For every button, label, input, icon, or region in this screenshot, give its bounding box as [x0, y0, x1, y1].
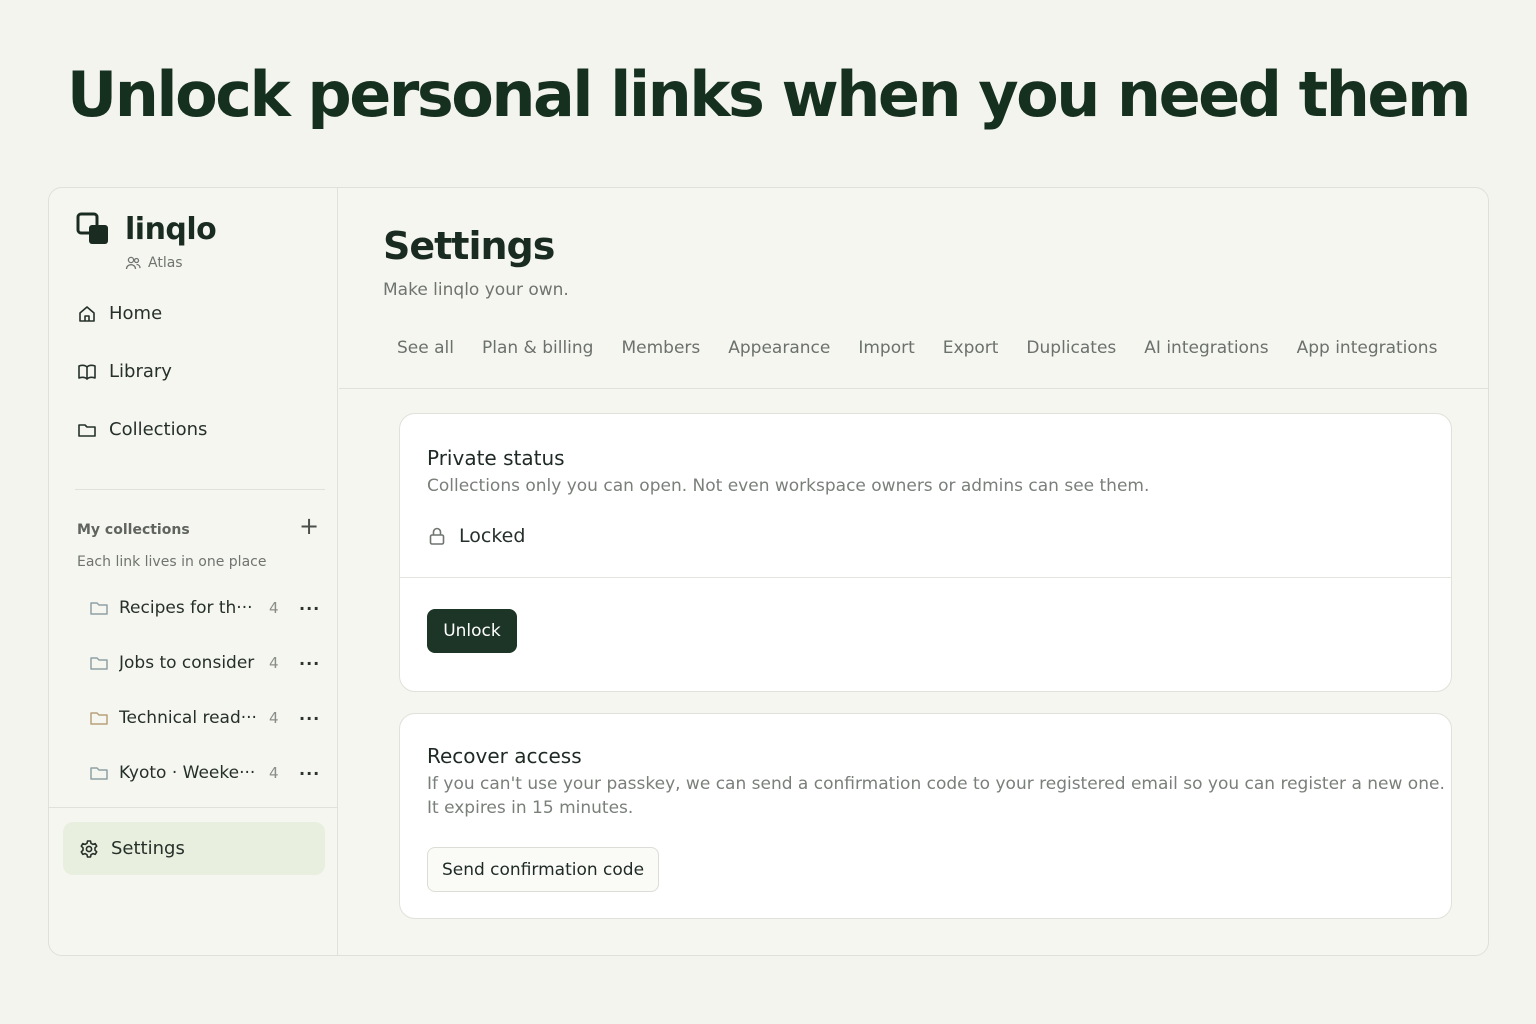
collection-item[interactable]: Technical read··· 4 ··· [89, 703, 329, 733]
collection-item[interactable]: Jobs to consider 4 ··· [89, 648, 329, 678]
unlock-button[interactable]: Unlock [427, 609, 517, 653]
sidebar-item-collections[interactable]: Collections [77, 419, 207, 440]
tab-appearance[interactable]: Appearance [714, 338, 844, 358]
tabs-divider [339, 388, 1488, 389]
folder-icon [90, 712, 108, 725]
home-icon [79, 305, 95, 322]
tab-import[interactable]: Import [844, 338, 928, 358]
sidebar-divider [75, 489, 325, 490]
folder-icon [90, 602, 108, 615]
send-confirmation-code-button[interactable]: Send confirmation code [427, 847, 659, 892]
collection-name: Technical read··· [119, 708, 257, 728]
tab-ai-integrations[interactable]: AI integrations [1130, 338, 1282, 358]
sidebar-item-label: Settings [111, 838, 185, 859]
my-collections-title: My collections [77, 522, 190, 538]
add-collection-button[interactable]: + [299, 514, 319, 538]
folder-icon [90, 657, 108, 670]
more-options-icon[interactable]: ··· [299, 654, 320, 673]
workspace-switcher[interactable]: Atlas [125, 255, 183, 271]
card-title: Recover access [427, 744, 582, 768]
brand-name[interactable]: linqlo [125, 212, 217, 247]
page-title: Settings [383, 224, 555, 268]
my-collections-subtitle: Each link lives in one place [77, 554, 267, 570]
sidebar-item-label: Library [109, 361, 172, 382]
folder-icon [90, 767, 108, 780]
more-options-icon[interactable]: ··· [299, 709, 320, 728]
sidebar-item-settings[interactable]: Settings [63, 822, 325, 875]
book-icon [78, 364, 96, 380]
app-window: linqlo Atlas Home Library Collections My… [48, 187, 1489, 956]
card-title: Private status [427, 446, 565, 470]
card-description: If you can't use your passkey, we can se… [427, 774, 1445, 794]
tab-app-integrations[interactable]: App integrations [1283, 338, 1452, 358]
card-divider [400, 577, 1451, 578]
tab-export[interactable]: Export [929, 338, 1013, 358]
tab-see-all[interactable]: See all [383, 338, 468, 358]
lock-status-label: Locked [459, 525, 526, 547]
collection-item[interactable]: Kyoto · Weeke··· 4 ··· [89, 758, 329, 788]
collection-count: 4 [269, 764, 279, 782]
tab-members[interactable]: Members [607, 338, 714, 358]
logo-icon [76, 212, 108, 244]
workspace-name: Atlas [148, 255, 183, 271]
collection-item[interactable]: Recipes for th··· 4 ··· [89, 593, 329, 623]
collection-count: 4 [269, 599, 279, 617]
sidebar-item-label: Home [109, 303, 163, 324]
users-icon [125, 256, 141, 270]
collection-name: Recipes for th··· [119, 598, 253, 618]
card-description-expiry: It expires in 15 minutes. [427, 798, 634, 818]
more-options-icon[interactable]: ··· [299, 599, 320, 618]
collection-name: Kyoto · Weeke··· [119, 763, 256, 783]
main-content: Settings Make linqlo your own. See all P… [339, 188, 1488, 955]
folder-icon [78, 423, 96, 437]
collection-count: 4 [269, 654, 279, 672]
lock-status: Locked [427, 525, 525, 547]
settings-tabs: See all Plan & billing Members Appearanc… [383, 338, 1451, 358]
page-headline: Unlock personal links when you need them [66, 58, 1472, 131]
sidebar-item-label: Collections [109, 419, 208, 440]
page-subtitle: Make linqlo your own. [383, 280, 569, 300]
more-options-icon[interactable]: ··· [299, 764, 320, 783]
card-description: Collections only you can open. Not even … [427, 476, 1150, 496]
private-status-card: Private status Collections only you can … [399, 413, 1452, 692]
collection-count: 4 [269, 709, 279, 727]
collection-name: Jobs to consider [119, 653, 255, 673]
sidebar-divider [49, 807, 338, 808]
tab-duplicates[interactable]: Duplicates [1012, 338, 1130, 358]
recover-access-card: Recover access If you can't use your pas… [399, 713, 1452, 919]
lock-icon [429, 527, 445, 545]
sidebar-item-library[interactable]: Library [77, 361, 172, 382]
tab-plan-billing[interactable]: Plan & billing [468, 338, 607, 358]
gear-icon [80, 839, 98, 858]
sidebar-item-home[interactable]: Home [77, 303, 162, 324]
sidebar: linqlo Atlas Home Library Collections My… [49, 188, 338, 955]
